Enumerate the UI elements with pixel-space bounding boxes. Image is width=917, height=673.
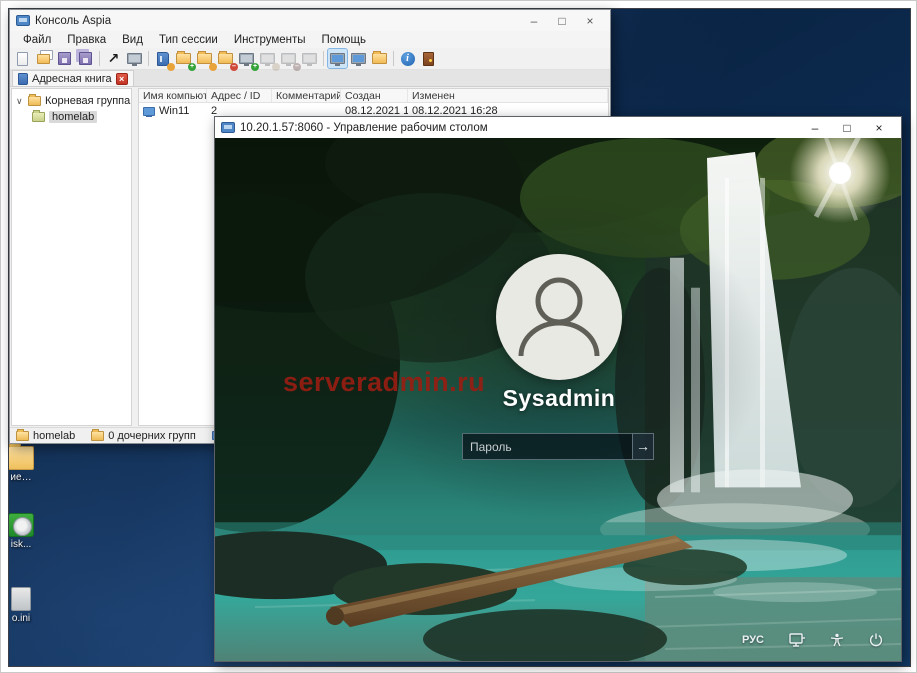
column-address-id[interactable]: Адрес / ID: [207, 89, 272, 102]
save-as-icon[interactable]: [76, 49, 95, 68]
toolbar-separator: [323, 51, 324, 66]
column-computer-name[interactable]: Имя компьютер: [139, 89, 207, 102]
console-tabbar: Адресная книга ×: [10, 70, 610, 87]
tree-item-label: Корневая группа: [45, 95, 130, 107]
computer-icon: [143, 107, 155, 116]
add-computer-icon[interactable]: [237, 49, 256, 68]
remote-titlebar[interactable]: 10.20.1.57:8060 - Управление рабочим сто…: [215, 117, 901, 138]
ease-of-access-icon[interactable]: [830, 633, 844, 647]
screenshot-frame: ие… isk... o.ini Консоль Aspia – □ × Фай…: [0, 0, 917, 673]
tab-label: Адресная книга: [32, 73, 112, 85]
tab-close-icon[interactable]: ×: [116, 73, 128, 85]
desktop-icon-disk[interactable]: isk...: [8, 513, 42, 550]
minimize-button[interactable]: –: [799, 118, 831, 138]
delete-group-icon[interactable]: [216, 49, 235, 68]
column-created[interactable]: Создан: [341, 89, 408, 102]
table-header: Имя компьютер Адрес / ID Комментарий Соз…: [139, 89, 608, 103]
desktop-icon-ini-file[interactable]: o.ini: [8, 587, 42, 624]
status-group: homelab: [16, 430, 75, 442]
menu-edit[interactable]: Правка: [59, 34, 114, 46]
tree-item-label: homelab: [49, 111, 97, 123]
user-avatar: [496, 254, 622, 380]
addressbook-edit-icon[interactable]: [153, 49, 172, 68]
tab-address-book[interactable]: Адресная книга ×: [12, 70, 134, 86]
desktop-manage-icon[interactable]: [328, 49, 347, 68]
power-icon[interactable]: [869, 633, 883, 647]
address-book-icon: [18, 73, 28, 85]
status-group-label: homelab: [33, 430, 75, 442]
close-button[interactable]: ×: [576, 11, 604, 31]
computer-icon[interactable]: [125, 49, 144, 68]
status-child-groups-label: 0 дочерних групп: [108, 430, 196, 442]
lockscreen-tray: РУС: [742, 633, 883, 647]
file-icon: [11, 587, 31, 611]
folder-icon: [32, 112, 45, 122]
exit-icon[interactable]: [419, 49, 438, 68]
aspia-app-icon: [221, 122, 235, 133]
desktop-icon-label: isk...: [8, 539, 42, 550]
folder-icon: [91, 431, 104, 441]
desktop-view-icon[interactable]: [349, 49, 368, 68]
console-titlebar[interactable]: Консоль Aspia – □ ×: [10, 10, 610, 31]
column-modified[interactable]: Изменен: [408, 89, 608, 102]
minimize-button[interactable]: –: [520, 11, 548, 31]
console-menubar: Файл Правка Вид Тип сессии Инструменты П…: [10, 31, 610, 48]
password-input[interactable]: [462, 433, 632, 460]
folder-icon: [8, 446, 34, 470]
desktop-icon-label: ие…: [8, 472, 42, 483]
disk-icon: [8, 513, 34, 537]
toolbar-separator: [99, 51, 100, 66]
remote-desktop-window: 10.20.1.57:8060 - Управление рабочим сто…: [214, 116, 902, 662]
maximize-button[interactable]: □: [548, 11, 576, 31]
new-addressbook-icon[interactable]: [13, 49, 32, 68]
menu-help[interactable]: Помощь: [314, 34, 374, 46]
language-indicator[interactable]: РУС: [742, 634, 764, 646]
cell-name: Win11: [159, 105, 189, 117]
save-icon[interactable]: [55, 49, 74, 68]
status-child-groups: 0 дочерних групп: [91, 430, 196, 442]
close-button[interactable]: ×: [863, 118, 895, 138]
aspia-app-icon: [16, 15, 30, 26]
submit-arrow-button[interactable]: →: [632, 433, 654, 460]
username-label: Sysadmin: [459, 385, 659, 412]
toolbar-separator: [148, 51, 149, 66]
edit-computer-icon[interactable]: [258, 49, 277, 68]
folder-icon: [16, 431, 29, 441]
chevron-down-icon[interactable]: ∨: [16, 96, 24, 107]
watermark-text: serveradmin.ru: [283, 367, 485, 398]
remote-screen: Sysadmin serveradmin.ru → РУС: [215, 138, 901, 661]
menu-tools[interactable]: Инструменты: [226, 34, 314, 46]
password-row: →: [462, 433, 654, 460]
network-icon[interactable]: [789, 633, 805, 647]
maximize-button[interactable]: □: [831, 118, 863, 138]
desktop-icon-folder[interactable]: ие…: [8, 446, 42, 483]
menu-file[interactable]: Файл: [15, 34, 59, 46]
menu-session-type[interactable]: Тип сессии: [151, 34, 226, 46]
connect-icon[interactable]: [104, 49, 123, 68]
toolbar-separator: [393, 51, 394, 66]
info-icon[interactable]: [398, 49, 417, 68]
copy-computer-icon[interactable]: [300, 49, 319, 68]
desktop-icon-label: o.ini: [8, 613, 42, 624]
folder-icon: [28, 96, 41, 106]
open-addressbook-icon[interactable]: [34, 49, 53, 68]
column-comment[interactable]: Комментарий: [272, 89, 341, 102]
delete-computer-icon[interactable]: [279, 49, 298, 68]
add-group-icon[interactable]: [174, 49, 193, 68]
tree-item-root-group[interactable]: ∨ Корневая группа: [12, 93, 131, 109]
console-toolbar: [10, 48, 610, 70]
menu-view[interactable]: Вид: [114, 34, 151, 46]
person-icon: [496, 254, 622, 380]
console-title: Консоль Aspia: [35, 15, 515, 27]
edit-group-icon[interactable]: [195, 49, 214, 68]
tree-item-homelab[interactable]: homelab: [12, 109, 131, 125]
file-transfer-icon[interactable]: [370, 49, 389, 68]
group-tree: ∨ Корневая группа homelab: [11, 88, 132, 426]
remote-title: 10.20.1.57:8060 - Управление рабочим сто…: [240, 122, 794, 134]
